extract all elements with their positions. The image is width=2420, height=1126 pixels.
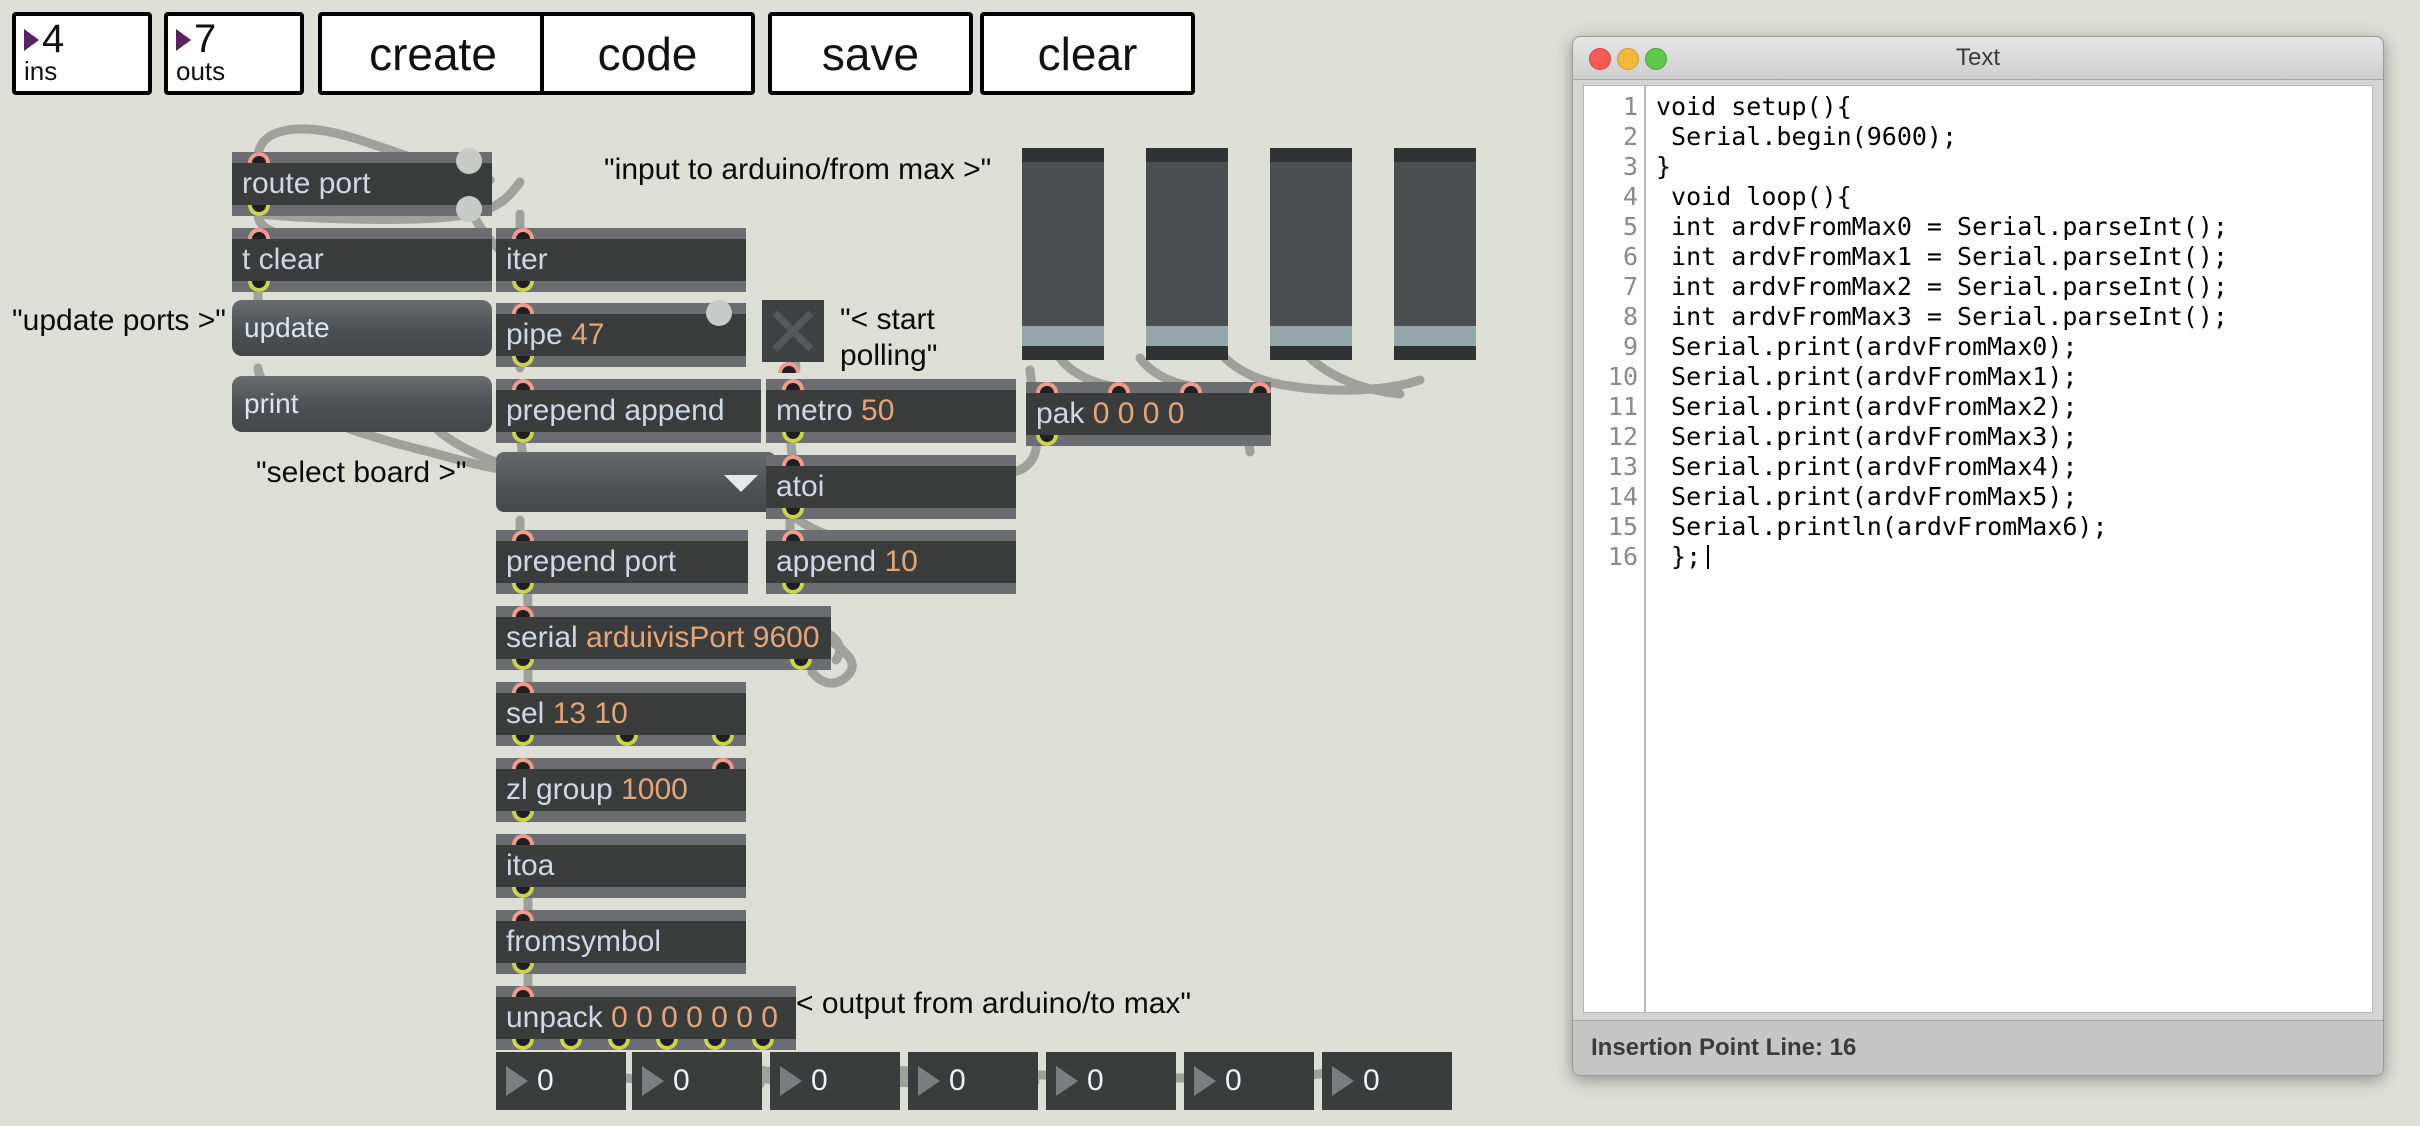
window-title: Text <box>1955 44 2000 71</box>
number-box-6[interactable]: 0 <box>1322 1052 1452 1110</box>
object-unpack[interactable]: unpack 0 0 0 0 0 0 0 <box>496 986 796 1050</box>
triangle-right-icon <box>918 1066 940 1096</box>
slider-fill <box>1022 326 1104 346</box>
number-box-0[interactable]: 0 <box>496 1052 626 1110</box>
triangle-right-icon <box>1056 1066 1078 1096</box>
comment-update-ports: "update ports >" <box>12 304 226 337</box>
object-text: unpack 0 0 0 0 0 0 0 <box>506 1001 778 1034</box>
text-editor-window[interactable]: Text 1 2 3 4 5 6 7 8 9 10 11 12 13 14 15… <box>1572 36 2384 1076</box>
port-select-dropdown[interactable] <box>496 452 776 512</box>
message-text: print <box>244 388 299 419</box>
inlet-dot-icon[interactable] <box>706 300 732 326</box>
object-text: metro 50 <box>776 394 895 427</box>
inlet-dot-icon[interactable] <box>456 148 482 174</box>
text-caret <box>1707 545 1710 569</box>
triangle-right-icon <box>642 1066 664 1096</box>
code-body: void setup(){ Serial.begin(9600); } void… <box>1656 92 2228 571</box>
object-text: sel 13 10 <box>506 697 628 730</box>
object-text: zl group 1000 <box>506 773 688 806</box>
slider-3[interactable] <box>1270 148 1352 360</box>
number-box-1[interactable]: 0 <box>632 1052 762 1110</box>
number-value: 0 <box>1087 1064 1104 1097</box>
object-text: route port <box>242 167 371 200</box>
triangle-right-icon <box>780 1066 802 1096</box>
chevron-down-icon <box>724 475 758 492</box>
number-value: 0 <box>811 1064 828 1097</box>
line-number-gutter: 1 2 3 4 5 6 7 8 9 10 11 12 13 14 15 16 <box>1584 86 1646 1012</box>
object-text: t clear <box>242 243 324 276</box>
triangle-right-icon <box>506 1066 528 1096</box>
comment-output-from-arduino: < output from arduino/to max" <box>796 987 1192 1020</box>
code-editor[interactable]: 1 2 3 4 5 6 7 8 9 10 11 12 13 14 15 16 v… <box>1583 85 2373 1013</box>
number-value: 0 <box>1363 1064 1380 1097</box>
number-value: 0 <box>949 1064 966 1097</box>
object-text: serial arduivisPort 9600 <box>506 621 820 654</box>
object-route-port[interactable]: route port <box>232 152 492 216</box>
slider-1[interactable] <box>1022 148 1104 360</box>
object-text: iter <box>506 243 548 276</box>
number-box-3[interactable]: 0 <box>908 1052 1038 1110</box>
triangle-right-icon <box>1332 1066 1354 1096</box>
inlet[interactable] <box>778 362 800 373</box>
number-box-4[interactable]: 0 <box>1046 1052 1176 1110</box>
number-value: 0 <box>537 1064 554 1097</box>
object-text: pipe 47 <box>506 318 605 351</box>
object-pak[interactable]: pak 0 0 0 0 <box>1026 382 1271 446</box>
object-prepend-append[interactable]: prepend append <box>496 379 761 443</box>
object-text: append 10 <box>776 545 918 578</box>
status-bar: Insertion Point Line: 16 <box>1573 1020 2383 1075</box>
app-root: 4 ins 7 outs create code save clear rout… <box>0 0 2420 1126</box>
message-print[interactable]: print <box>232 376 492 432</box>
object-t-clear[interactable]: t clear <box>232 228 492 292</box>
slider-fill <box>1394 326 1476 346</box>
object-text: itoa <box>506 849 555 882</box>
message-update[interactable]: update <box>232 300 492 356</box>
slider-2[interactable] <box>1146 148 1228 360</box>
toggle-x-icon <box>772 310 814 352</box>
comment-input-to-arduino: "input to arduino/from max >" <box>604 153 992 186</box>
number-box-5[interactable]: 0 <box>1184 1052 1314 1110</box>
insertion-point-status: Insertion Point Line: 16 <box>1591 1034 1857 1061</box>
message-text: update <box>244 312 330 343</box>
number-value: 0 <box>1225 1064 1242 1097</box>
object-serial[interactable]: serial arduivisPort 9600 <box>496 606 831 670</box>
polling-toggle[interactable] <box>762 300 824 362</box>
number-box-2[interactable]: 0 <box>770 1052 900 1110</box>
code-text[interactable]: void setup(){ Serial.begin(9600); } void… <box>1646 86 2372 1012</box>
object-text: pak 0 0 0 0 <box>1036 397 1185 430</box>
object-text: atoi <box>776 470 825 503</box>
slider-fill <box>1270 326 1352 346</box>
window-titlebar[interactable]: Text <box>1573 37 2383 80</box>
comment-start-polling: "< start polling" <box>840 303 938 372</box>
outlet-dot-icon[interactable] <box>456 196 482 222</box>
object-text: prepend port <box>506 545 677 578</box>
slider-4[interactable] <box>1394 148 1476 360</box>
slider-fill <box>1146 326 1228 346</box>
triangle-right-icon <box>1194 1066 1216 1096</box>
comment-select-board: "select board >" <box>256 456 467 489</box>
object-text: prepend append <box>506 394 725 427</box>
max-patcher-canvas[interactable]: route port t clear update print iter pip… <box>0 0 1560 1126</box>
number-value: 0 <box>673 1064 690 1097</box>
object-text: fromsymbol <box>506 925 662 958</box>
